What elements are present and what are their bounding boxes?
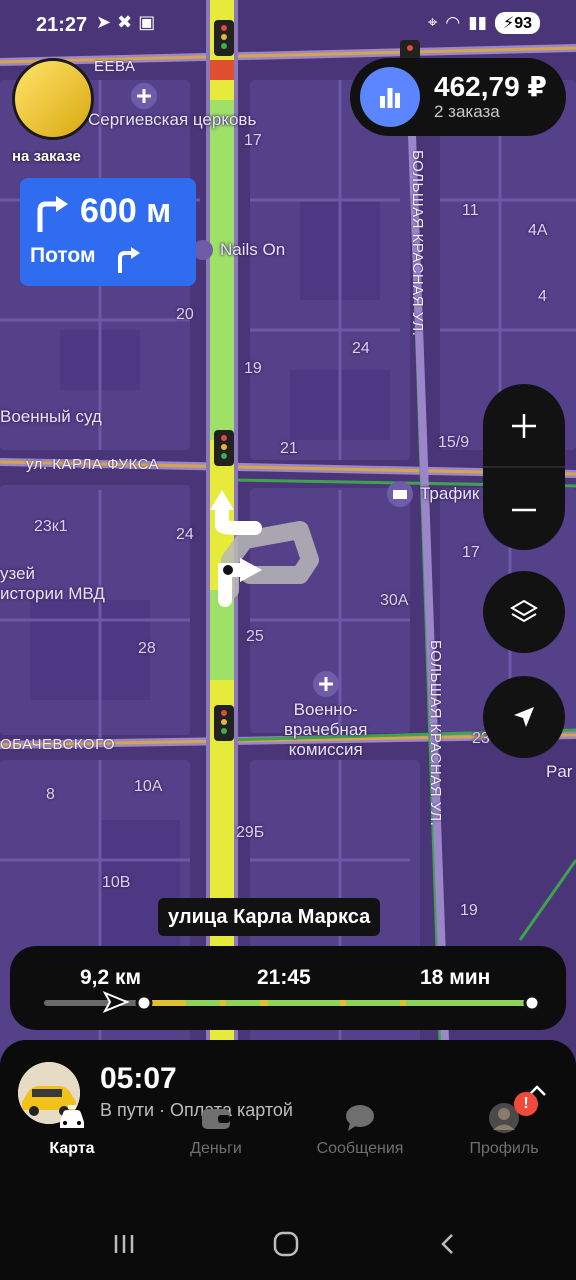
- route-end-point: [523, 994, 541, 1012]
- poi-court-label[interactable]: Военный суд: [0, 407, 102, 427]
- tab-label: Профиль: [469, 1140, 539, 1157]
- house-number: 21: [280, 440, 298, 457]
- zoom-in-button[interactable]: [483, 384, 565, 467]
- order-time: 05:07: [100, 1062, 177, 1095]
- my-location-button[interactable]: [483, 676, 565, 758]
- street-lobachevskogo-label: ОБАЧЕВСКОГО: [0, 736, 116, 753]
- tab-label: Сообщения: [316, 1140, 404, 1157]
- charging-icon: ⚡: [502, 15, 515, 32]
- street-karla-fuksa-label: ул. КАРЛА ФУКСА: [26, 456, 160, 473]
- wallet-icon: [144, 1100, 288, 1136]
- house-number: 10А: [134, 778, 163, 795]
- alert-badge-icon: !: [514, 1092, 538, 1116]
- poi-trafik-label[interactable]: Трафик: [420, 484, 479, 504]
- driver-status-label: на заказе: [12, 148, 81, 165]
- house-number: 4: [538, 288, 547, 305]
- house-number: 17: [244, 132, 262, 149]
- back-icon: [441, 1234, 453, 1254]
- current-position-arrow-icon: [102, 990, 130, 1014]
- screenshot-icon: ▣: [138, 12, 162, 32]
- earnings-amount: 462,79 ₽: [434, 71, 547, 102]
- route-start-point: [135, 994, 153, 1012]
- house-number: 29Б: [236, 824, 265, 841]
- tab-label: Карта: [49, 1140, 95, 1157]
- home-icon: [273, 1231, 299, 1257]
- street-bolshaya-krasnaya-label: БОЛЬШАЯ КРАСНАЯ УЛ.: [427, 640, 444, 827]
- status-time: 21:27: [36, 14, 88, 36]
- tab-label: Деньги: [190, 1140, 242, 1157]
- house-number: 19: [460, 902, 478, 919]
- next-turn-right-icon: [118, 247, 140, 273]
- maneuver-card[interactable]: 600 м Потом: [20, 178, 196, 286]
- route-arrival-time: 21:45: [257, 966, 311, 989]
- house-number: 23к1: [34, 518, 68, 535]
- poi-museum-label[interactable]: узей истории МВД: [0, 564, 105, 604]
- location-icon: ⌖: [427, 13, 438, 32]
- bar-chart-icon: [360, 67, 420, 127]
- recent-apps-button[interactable]: [94, 1224, 154, 1264]
- house-number: 10В: [102, 874, 131, 891]
- layers-button[interactable]: [483, 571, 565, 653]
- house-number: 19: [244, 360, 262, 377]
- poi-church-label[interactable]: Сергиевская церковь: [88, 110, 256, 130]
- zoom-controls: [483, 384, 565, 550]
- poi-para-label[interactable]: Par: [546, 762, 572, 782]
- notification-icons: ➤✖▣: [96, 12, 161, 33]
- orders-count: 2 заказа: [434, 102, 500, 121]
- app-notification-icon: ✖: [117, 12, 139, 32]
- driver-avatar-button[interactable]: [12, 58, 94, 140]
- status-bar: 21:27 ➤✖▣ ⌖ ◠ ▮▮ ⚡93: [0, 0, 576, 50]
- house-number: 17: [462, 544, 480, 561]
- earnings-widget[interactable]: 462,79 ₽ 2 заказа: [350, 58, 566, 136]
- bottom-tab-bar: Карта Деньги Сообщения ! Профиль: [0, 1092, 576, 1162]
- poi-nails-label[interactable]: Nails On: [220, 240, 285, 260]
- house-number: 24: [176, 526, 194, 543]
- house-number: 20: [176, 306, 194, 323]
- street-eeva-label: ЕЕВА: [94, 58, 136, 75]
- poi-commission-label[interactable]: Военно- врачебная комиссия: [284, 700, 367, 760]
- street-bolshaya-krasnaya-label: БОЛЬШАЯ КРАСНАЯ УЛ.: [409, 150, 426, 337]
- next-maneuver-label: Потом: [30, 244, 96, 267]
- house-number: 4А: [528, 222, 548, 239]
- chat-bubble-icon: [288, 1100, 432, 1136]
- house-number: 25: [246, 628, 264, 645]
- status-right: ⌖ ◠ ▮▮ ⚡93: [428, 12, 540, 34]
- tab-map[interactable]: Карта: [0, 1100, 144, 1158]
- wifi-icon: ◠: [445, 13, 461, 32]
- layers-icon: [510, 599, 538, 623]
- zoom-out-button[interactable]: [483, 468, 565, 551]
- taxi-car-icon: [0, 1100, 144, 1136]
- signal-icon: ▮▮: [468, 13, 487, 32]
- profile-avatar-icon: !: [432, 1092, 576, 1136]
- route-traffic-segments: [140, 1000, 536, 1006]
- house-number: 15/9: [438, 434, 470, 451]
- battery-indicator: ⚡93: [494, 12, 540, 34]
- telegram-icon: ➤: [96, 12, 118, 32]
- tab-profile[interactable]: ! Профиль: [432, 1092, 576, 1158]
- route-progress-panel[interactable]: 9,2 км 21:45 18 мин: [10, 946, 566, 1030]
- house-number: 8: [46, 786, 55, 803]
- house-number: 11: [462, 202, 479, 219]
- maneuver-distance: 600 м: [80, 192, 172, 230]
- house-number: 24: [352, 340, 370, 357]
- turn-right-icon: [37, 196, 68, 232]
- current-street-label: улица Карла Маркса: [158, 898, 381, 936]
- home-button[interactable]: [256, 1224, 316, 1264]
- house-number: 28: [138, 640, 156, 657]
- tab-money[interactable]: Деньги: [144, 1100, 288, 1158]
- recent-apps-icon: [114, 1235, 134, 1253]
- back-button[interactable]: [418, 1224, 478, 1264]
- plus-icon: [512, 413, 536, 438]
- house-number: 30А: [380, 592, 409, 609]
- minus-icon: [512, 508, 536, 511]
- route-duration: 18 мин: [420, 966, 491, 989]
- navigation-arrow-icon: [514, 707, 534, 727]
- route-distance: 9,2 км: [80, 966, 142, 989]
- system-navigation-bar: [0, 1210, 576, 1280]
- tab-messages[interactable]: Сообщения: [288, 1100, 432, 1158]
